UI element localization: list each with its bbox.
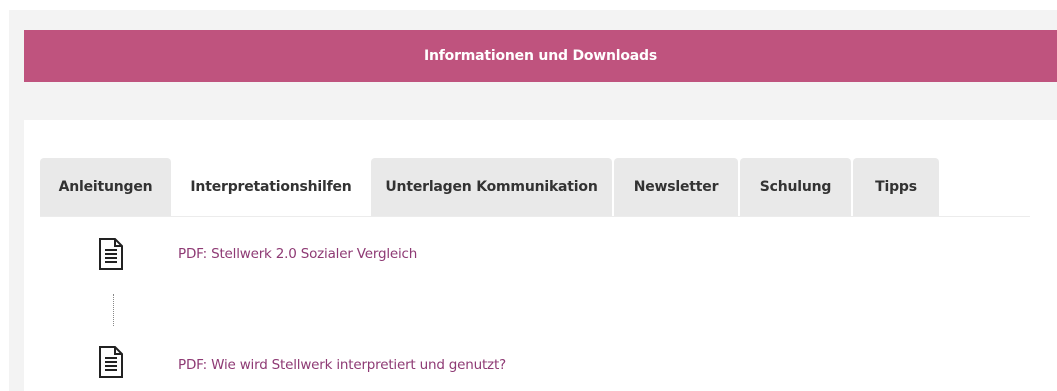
tab-label: Interpretationshilfen [190,179,352,195]
document-link-interpretation[interactable]: PDF: Wie wird Stellwerk interpretiert un… [178,357,506,373]
tab-unterlagen-kommunikation[interactable]: Unterlagen Kommunikation [371,158,612,216]
connector-line [113,294,114,326]
tab-anleitungen[interactable]: Anleitungen [40,158,171,216]
document-link-sozialer-vergleich[interactable]: PDF: Stellwerk 2.0 Sozialer Vergleich [178,246,417,262]
tab-label: Tipps [875,179,917,195]
tab-label: Anleitungen [58,179,153,195]
section-header-banner: Informationen und Downloads [24,30,1057,82]
tab-schulung[interactable]: Schulung [740,158,851,216]
section-header-title: Informationen und Downloads [423,48,658,64]
tab-label: Unterlagen Kommunikation [385,179,598,195]
tab-newsletter[interactable]: Newsletter [614,158,738,216]
tab-bar: Anleitungen Interpretationshilfen Unterl… [40,158,941,216]
tab-tipps[interactable]: Tipps [853,158,939,216]
document-icon[interactable] [98,345,124,379]
tab-label: Newsletter [633,179,719,195]
tab-interpretationshilfen[interactable]: Interpretationshilfen [173,158,369,216]
tab-divider [40,216,1030,217]
document-icon[interactable] [98,237,124,271]
tab-label: Schulung [759,179,832,195]
